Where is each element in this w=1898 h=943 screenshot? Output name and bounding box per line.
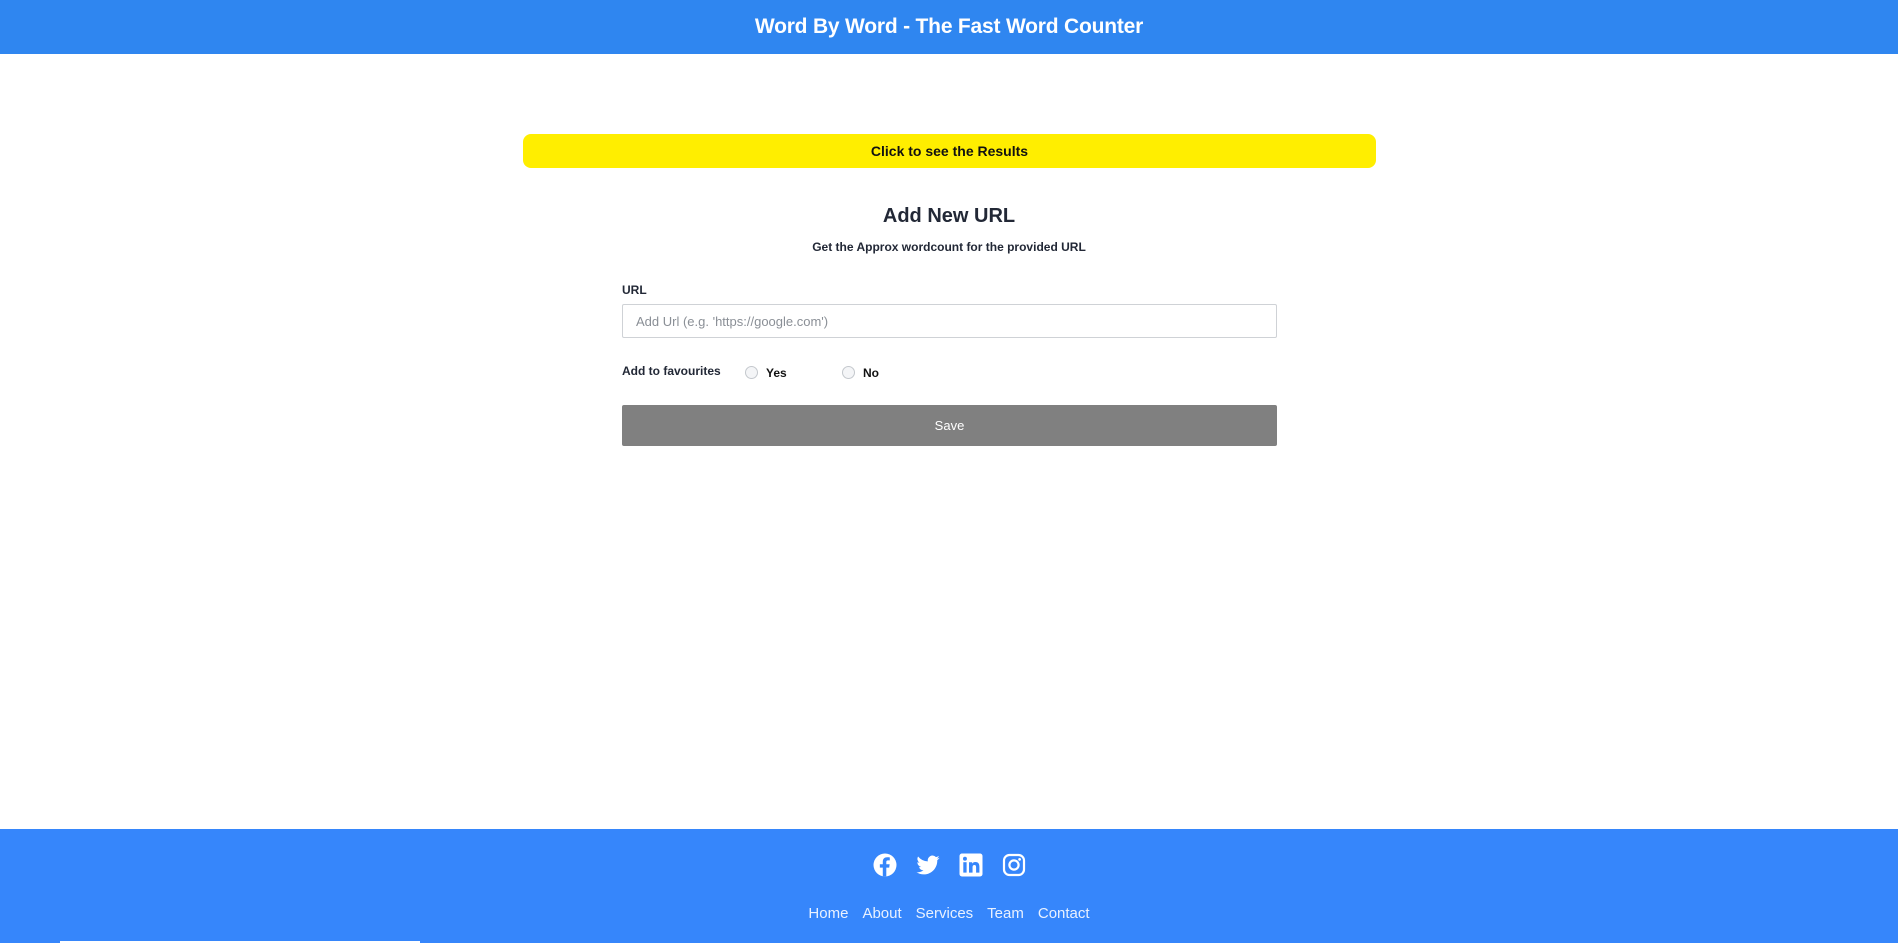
no-radio[interactable]: [842, 365, 855, 379]
footer-link-contact[interactable]: Contact: [1038, 905, 1090, 922]
no-radio-label[interactable]: No: [863, 366, 879, 380]
favourites-yes-option[interactable]: Yes: [745, 364, 787, 380]
favourites-no-option[interactable]: No: [842, 364, 879, 380]
twitter-icon[interactable]: [915, 853, 940, 877]
social-links: [0, 853, 1898, 877]
footer-nav: Home About Services Team Contact: [0, 905, 1898, 922]
save-button[interactable]: Save: [622, 405, 1277, 446]
form-title: Add New URL: [882, 205, 1016, 227]
url-input[interactable]: [622, 304, 1277, 338]
see-results-button[interactable]: Click to see the Results: [523, 134, 1376, 168]
url-label: URL: [622, 283, 647, 297]
page: Word By Word - The Fast Word Counter Cli…: [0, 0, 1898, 943]
yes-radio-label[interactable]: Yes: [766, 366, 787, 380]
form-subtitle: Get the Approx wordcount for the provide…: [812, 240, 1086, 254]
footer-link-about[interactable]: About: [862, 905, 901, 922]
linkedin-icon[interactable]: [959, 853, 983, 877]
page-title: Word By Word - The Fast Word Counter: [754, 15, 1144, 38]
footer-link-team[interactable]: Team: [987, 905, 1024, 922]
instagram-icon[interactable]: [1002, 853, 1026, 877]
yes-radio[interactable]: [745, 365, 758, 379]
footer-link-services[interactable]: Services: [916, 905, 974, 922]
facebook-icon[interactable]: [873, 853, 897, 877]
top-header: Word By Word - The Fast Word Counter: [0, 0, 1898, 54]
footer-link-home[interactable]: Home: [808, 905, 848, 922]
footer: [0, 829, 1898, 943]
favourites-label: Add to favourites: [622, 364, 721, 378]
